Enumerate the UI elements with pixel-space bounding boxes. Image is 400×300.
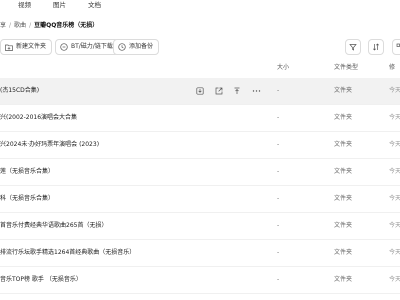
table-row[interactable]: 排流行乐坛歌手精选1264首经典歌曲（无损音乐） - 文件夹 今天	[0, 240, 400, 267]
breadcrumb-separator: /	[9, 22, 12, 29]
new-folder-button[interactable]: 新建文件夹	[0, 39, 53, 55]
more-options-icon[interactable]	[251, 86, 261, 96]
table-row[interactable]: 科（无损音乐合集） - 文件夹 今天	[0, 186, 400, 213]
breadcrumb: 享 / 歌曲 / 豆瓣QQ音乐榜（无损）	[0, 20, 98, 32]
table-row[interactable]: 音乐TOP榜 歌手 （无损音乐） - 文件夹 今天	[0, 267, 400, 294]
sort-button[interactable]	[368, 39, 384, 55]
file-size: -	[277, 195, 280, 202]
file-size: -	[277, 114, 280, 121]
column-size[interactable]: 大小	[277, 60, 289, 76]
file-modified: 今天	[389, 114, 400, 121]
file-name[interactable]: 排流行乐坛歌手精选1264首经典歌曲（无损音乐）	[0, 240, 135, 266]
share-icon[interactable]	[214, 86, 224, 96]
file-modified: 今天	[389, 249, 400, 256]
tab-documents[interactable]: 文档	[88, 0, 101, 10]
file-modified: 今天	[389, 168, 400, 175]
file-size: -	[277, 276, 280, 283]
file-size: -	[277, 222, 280, 229]
breadcrumb-item[interactable]: 歌曲	[14, 22, 26, 29]
table-row[interactable]: 首音乐付费经典华语歌曲265首（无损） - 文件夹 今天	[0, 213, 400, 240]
table-row[interactable]: (杰15CD合集) - 文件夹 今天	[0, 78, 400, 105]
file-type: 文件夹	[334, 276, 353, 283]
download-icon[interactable]	[195, 86, 205, 96]
file-size: -	[277, 168, 280, 175]
file-modified: 今天	[389, 276, 400, 283]
file-size: -	[277, 141, 280, 148]
file-modified: 今天	[389, 195, 400, 202]
file-type: 文件夹	[334, 87, 353, 94]
folder-plus-icon	[5, 44, 13, 51]
column-type[interactable]: 文件类型	[334, 60, 358, 76]
backup-icon	[118, 43, 126, 51]
view-mode-button[interactable]	[392, 39, 400, 55]
add-backup-button[interactable]: 添加备份	[113, 39, 160, 55]
file-name[interactable]: 兴(2002-2016演唱会大合集	[0, 105, 77, 131]
breadcrumb-item[interactable]: 享	[0, 22, 6, 29]
table-row[interactable]: 莲（无损音乐合集） - 文件夹 今天	[0, 159, 400, 186]
file-size: -	[277, 87, 280, 94]
tab-images[interactable]: 图片	[53, 0, 66, 10]
link-icon	[60, 43, 68, 51]
file-name[interactable]: 音乐TOP榜 歌手 （无损音乐）	[0, 267, 82, 293]
file-type: 文件夹	[334, 249, 353, 256]
file-type: 文件夹	[334, 222, 353, 229]
tab-video[interactable]: 视频	[18, 0, 31, 10]
file-type: 文件夹	[334, 195, 353, 202]
file-name[interactable]: 首音乐付费经典华语歌曲265首（无损）	[0, 213, 107, 239]
file-type: 文件夹	[334, 141, 353, 148]
file-name[interactable]: 兴2024未·办好玛票年演唱会 (2023)	[0, 132, 99, 158]
sort-icon	[373, 43, 379, 51]
bt-download-label: BT/磁力/链下载	[71, 43, 113, 50]
file-modified: 今天	[389, 87, 400, 94]
table-row[interactable]: 兴(2002-2016演唱会大合集 - 文件夹 今天	[0, 105, 400, 132]
filter-button[interactable]	[345, 39, 361, 55]
file-type: 文件夹	[334, 168, 353, 175]
breadcrumb-separator: /	[29, 22, 32, 29]
file-name[interactable]: (杰15CD合集)	[0, 78, 39, 104]
file-name[interactable]: 莲（无损音乐合集）	[0, 159, 54, 185]
add-backup-label: 添加备份	[129, 43, 154, 50]
file-name[interactable]: 科（无损音乐合集）	[0, 186, 54, 212]
category-tabs: 视频 图片 文档	[0, 0, 400, 12]
breadcrumb-current: 豆瓣QQ音乐榜（无损）	[34, 22, 99, 29]
bt-download-button[interactable]: BT/磁力/链下载	[55, 39, 119, 55]
table-header: 大小 文件类型 修改	[0, 60, 400, 87]
file-modified: 今天	[389, 222, 400, 229]
new-folder-label: 新建文件夹	[16, 43, 47, 50]
grid-icon	[396, 43, 400, 47]
table-row[interactable]: 兴2024未·办好玛票年演唱会 (2023) - 文件夹 今天	[0, 132, 400, 159]
toolbar: 新建文件夹 BT/磁力/链下载 添加备份	[0, 39, 400, 55]
pin-to-top-icon[interactable]	[232, 86, 242, 96]
file-type: 文件夹	[334, 114, 353, 121]
filter-icon	[349, 44, 357, 51]
file-modified: 今天	[389, 141, 400, 148]
file-size: -	[277, 249, 280, 256]
